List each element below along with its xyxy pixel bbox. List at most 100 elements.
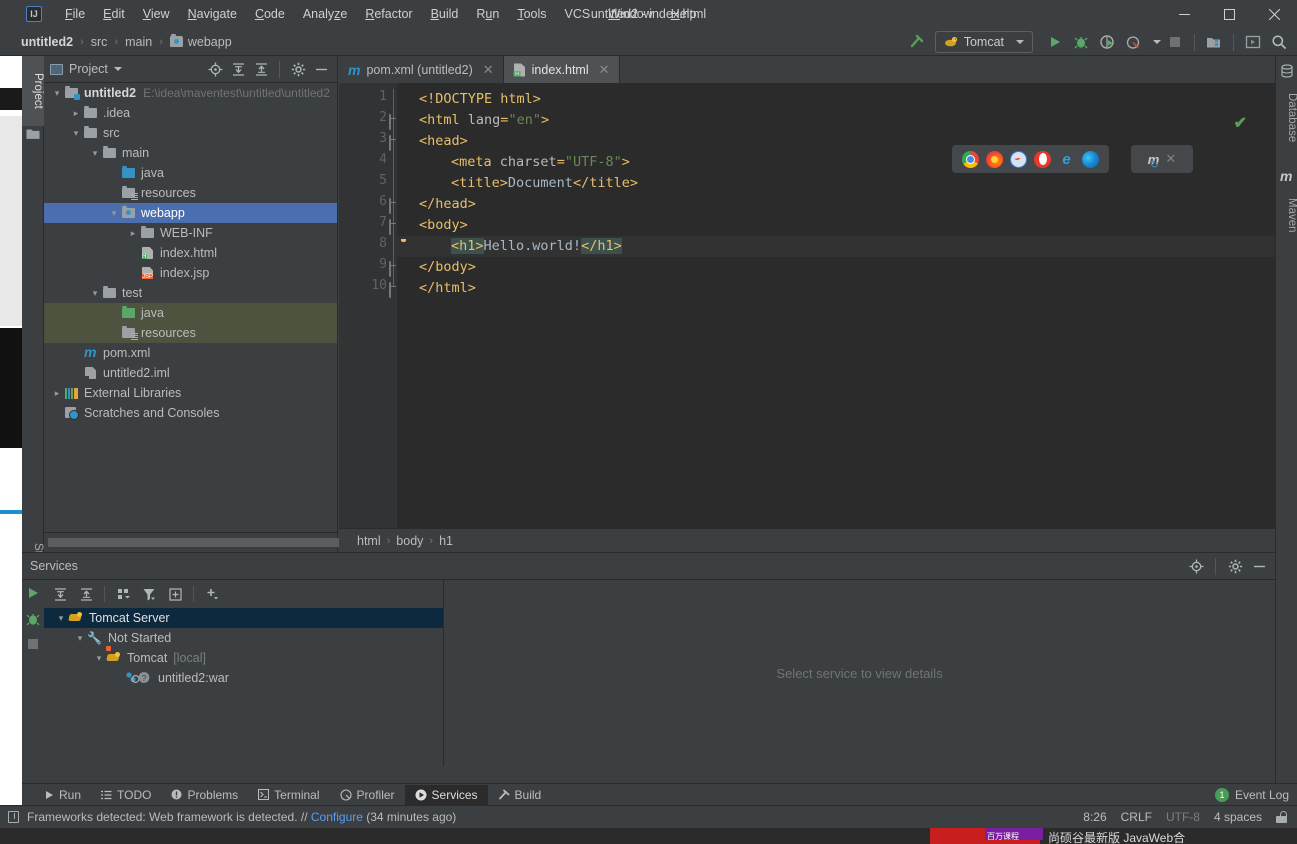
firefox-icon[interactable] bbox=[986, 150, 1003, 168]
tree-node-src[interactable]: ▾ src bbox=[44, 123, 337, 143]
services-node-not-started[interactable]: ▾ 🔧 Not Started bbox=[44, 628, 443, 648]
internet-explorer-icon[interactable]: e bbox=[1058, 151, 1075, 168]
run-with-coverage-icon[interactable] bbox=[1095, 30, 1119, 54]
services-tree[interactable]: ▾ Tomcat Server ▾ 🔧 Not Started ▾ Tomcat [local… bbox=[44, 608, 443, 688]
menu-code[interactable]: Code bbox=[246, 4, 294, 24]
menu-view[interactable]: View bbox=[134, 4, 179, 24]
tree-node-index-html[interactable]: Hindex.html bbox=[44, 243, 337, 263]
menu-run[interactable]: Run bbox=[467, 4, 508, 24]
project-tree[interactable]: ▾ untitled2 E:\idea\maventest\untitled\unt… bbox=[44, 83, 337, 532]
profile-chevron-down-icon[interactable] bbox=[1153, 40, 1161, 44]
configure-link[interactable]: Configure bbox=[311, 810, 363, 824]
tree-node-scratches-and-consoles[interactable]: Scratches and Consoles bbox=[44, 403, 337, 423]
fold-marker-icon[interactable] bbox=[389, 114, 399, 130]
settings-gear-icon[interactable] bbox=[1225, 556, 1245, 576]
tree-node-untitled2-iml[interactable]: untitled2.iml bbox=[44, 363, 337, 383]
tab-index-html[interactable]: H index.html ✕ bbox=[503, 56, 620, 83]
edge-icon[interactable] bbox=[1082, 150, 1099, 168]
chevron-down-icon[interactable]: ▾ bbox=[88, 288, 102, 299]
expand-all-icon[interactable] bbox=[50, 584, 70, 604]
code-line[interactable]: <body> bbox=[419, 215, 468, 236]
code-line[interactable]: <head> bbox=[419, 131, 468, 152]
tree-node-java[interactable]: java bbox=[44, 163, 337, 183]
breadcrumb-untitled2[interactable]: untitled2 bbox=[18, 34, 76, 50]
chevron-right-icon[interactable]: ▸ bbox=[50, 388, 64, 399]
indent-setting[interactable]: 4 spaces bbox=[1214, 810, 1262, 824]
tree-node--idea[interactable]: ▸ .idea bbox=[44, 103, 337, 123]
intention-bulb-icon[interactable] bbox=[398, 239, 411, 252]
select-opened-file-icon[interactable] bbox=[1241, 30, 1265, 54]
search-everywhere-icon[interactable] bbox=[1267, 30, 1291, 54]
fold-marker-icon[interactable] bbox=[389, 219, 399, 235]
project-structure-icon[interactable] bbox=[1202, 30, 1226, 54]
menu-build[interactable]: Build bbox=[422, 4, 468, 24]
breadcrumb-webapp[interactable]: webapp bbox=[167, 34, 235, 50]
scrollbar-thumb[interactable] bbox=[48, 538, 344, 547]
locate-icon[interactable] bbox=[1186, 556, 1206, 576]
tree-node-resources[interactable]: resources bbox=[44, 323, 337, 343]
expand-all-icon[interactable] bbox=[228, 59, 248, 79]
chevron-down-icon[interactable]: ▾ bbox=[88, 148, 102, 159]
fold-marker-icon[interactable] bbox=[389, 198, 399, 214]
code-line[interactable]: </head> bbox=[419, 194, 476, 215]
chevron-down-icon[interactable]: ▾ bbox=[107, 208, 121, 219]
menu-refactor[interactable]: Refactor bbox=[356, 4, 421, 24]
bottom-tab-run[interactable]: Run bbox=[34, 785, 91, 805]
code-line[interactable]: <h1>Hello.world!</h1> bbox=[419, 236, 622, 257]
inspection-widget[interactable]: ✔ bbox=[1234, 113, 1247, 133]
hide-icon[interactable] bbox=[311, 59, 331, 79]
chrome-icon[interactable] bbox=[962, 150, 979, 168]
tree-node-web-inf[interactable]: ▸ WEB-INF bbox=[44, 223, 337, 243]
menu-file[interactable]: File bbox=[56, 4, 94, 24]
menu-window[interactable]: Window bbox=[599, 4, 661, 24]
group-icon[interactable] bbox=[113, 584, 133, 604]
editor-breadcrumb-h1[interactable]: h1 bbox=[439, 534, 453, 548]
editor-gutter[interactable]: 1 2 3 4 5 6 7 8 9 10 bbox=[339, 83, 397, 552]
code-editor[interactable]: 1 2 3 4 5 6 7 8 9 10 <!DOCTYPE html> <html lang="e… bbox=[339, 83, 1275, 552]
tree-node-untitled2[interactable]: ▾ untitled2 E:\idea\maventest\untitled\unt… bbox=[44, 83, 337, 103]
close-button[interactable] bbox=[1252, 0, 1297, 28]
lock-icon[interactable] bbox=[1276, 811, 1287, 823]
chevron-right-icon[interactable]: ▸ bbox=[69, 108, 83, 119]
bottom-tab-todo[interactable]: TODO bbox=[91, 785, 161, 805]
code-line[interactable]: <meta charset="UTF-8"> bbox=[419, 152, 630, 173]
minimize-button[interactable] bbox=[1162, 0, 1207, 28]
add-frame-icon[interactable] bbox=[165, 584, 185, 604]
project-horizontal-scrollbar[interactable] bbox=[44, 532, 344, 552]
tab-close-icon[interactable]: ✕ bbox=[599, 62, 610, 78]
chevron-down-icon[interactable]: ▾ bbox=[54, 613, 68, 624]
bottom-tab-services[interactable]: Services bbox=[404, 784, 488, 805]
tab-pom-xml[interactable]: m pom.xml (untitled2) ✕ bbox=[339, 56, 504, 83]
tab-close-icon[interactable]: ✕ bbox=[483, 62, 494, 78]
editor-breadcrumb-html[interactable]: html bbox=[357, 534, 381, 548]
services-node-untitled2-war[interactable]: ? untitled2:war bbox=[44, 668, 443, 688]
event-log-label[interactable]: Event Log bbox=[1235, 788, 1289, 802]
hide-icon[interactable] bbox=[1249, 556, 1269, 576]
services-node-tomcat[interactable]: ▾ Tomcat [local] bbox=[44, 646, 443, 668]
collapse-all-icon[interactable] bbox=[76, 584, 96, 604]
filter-icon[interactable] bbox=[139, 584, 159, 604]
file-encoding[interactable]: UTF-8 bbox=[1166, 810, 1200, 824]
tree-node-java[interactable]: java bbox=[44, 303, 337, 323]
tree-node-main[interactable]: ▾ main bbox=[44, 143, 337, 163]
sidebar-item-database[interactable]: Database bbox=[1276, 82, 1297, 154]
sidebar-item-project[interactable]: Project bbox=[22, 56, 44, 126]
collapse-all-icon[interactable] bbox=[251, 59, 271, 79]
run-icon[interactable] bbox=[1043, 30, 1067, 54]
code-line[interactable]: <!DOCTYPE html> bbox=[419, 89, 541, 110]
build-hammer-icon[interactable] bbox=[905, 30, 929, 54]
bottom-tab-profiler[interactable]: Profiler bbox=[330, 785, 405, 805]
tree-node-index-jsp[interactable]: JSP index.jsp bbox=[44, 263, 337, 283]
fold-marker-icon[interactable] bbox=[389, 135, 399, 151]
breadcrumb-src[interactable]: src bbox=[88, 34, 111, 50]
bottom-tab-problems[interactable]: Problems bbox=[161, 785, 248, 805]
add-service-icon[interactable] bbox=[202, 584, 222, 604]
debug-icon[interactable] bbox=[26, 612, 40, 626]
code-line[interactable]: </body> bbox=[419, 257, 476, 278]
tree-node-resources[interactable]: resources bbox=[44, 183, 337, 203]
close-icon[interactable]: ✕ bbox=[1165, 151, 1176, 167]
menu-vcs[interactable]: VCS bbox=[556, 4, 600, 24]
services-node-tomcat-server[interactable]: ▾ Tomcat Server bbox=[44, 608, 443, 628]
tree-node-pom-xml[interactable]: m pom.xml bbox=[44, 343, 337, 363]
menu-tools[interactable]: Tools bbox=[508, 4, 555, 24]
